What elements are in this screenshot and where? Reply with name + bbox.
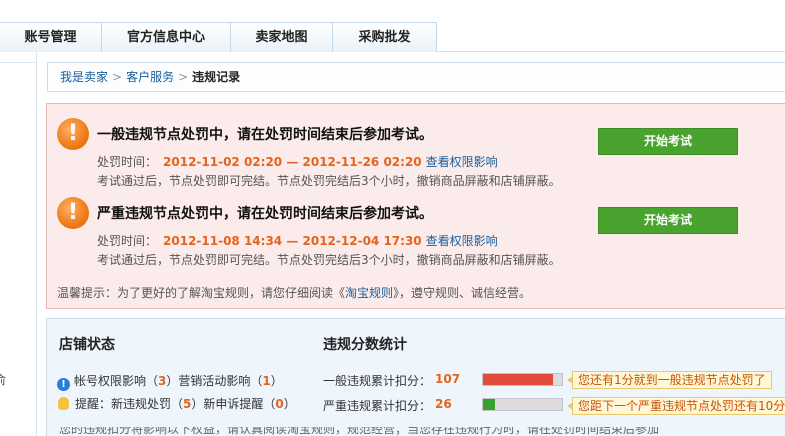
alert-title: 一般违规节点处罚中，请在处罚时间结束后参加考试。	[97, 127, 433, 143]
account-impact-row: ! 帐号权限影响（3）营销活动影响（1）	[57, 372, 283, 391]
top-tabs: 账号管理 官方信息中心 卖家地图 采购批发	[0, 22, 437, 52]
serious-score-bar	[482, 398, 563, 411]
general-score-callout: 您还有1分就到一般违规节点处罚了	[567, 371, 772, 389]
closing-paren: ）	[270, 374, 283, 388]
breadcrumb-separator: >	[178, 70, 189, 84]
cropped-text: 您的违规扣分将影响以下权益，请认真阅读淘宝规则，规范经营；当您存在违规行为时，请…	[59, 427, 659, 435]
breadcrumb-link-customer-service[interactable]: 客户服务	[126, 70, 174, 84]
general-score-bar	[482, 373, 563, 386]
serious-score-value: 26	[435, 397, 452, 411]
general-score-label: 一般违规累计扣分：	[323, 374, 432, 388]
alert-description: 考试通过后，节点处罚即可完结。节点处罚完结后3个小时，撤销商品屏蔽和店铺屏蔽。	[97, 253, 561, 267]
top-nav-bar: 账号管理 官方信息中心 卖家地图 采购批发	[0, 0, 785, 52]
general-score-bar-fill	[483, 374, 553, 385]
penalty-time-value: 2012-11-08 14:34 — 2012-12-04 17:30	[163, 234, 422, 248]
tab-seller-map[interactable]: 卖家地图	[231, 22, 333, 52]
breadcrumb-link-seller[interactable]: 我是卖家	[60, 70, 108, 84]
serious-score-callout: 您距下一个严重违规节点处罚还有10分	[566, 397, 785, 415]
new-penalty-label: 提醒：新违规处罚（	[75, 397, 184, 411]
new-appeal-count[interactable]: 0	[275, 397, 283, 411]
sidebar-text-fragment: 俞	[0, 373, 7, 387]
general-score-row: 一般违规累计扣分： 107	[323, 372, 460, 389]
serious-score-label: 严重违规累计扣分：	[323, 399, 432, 413]
alert-title: 严重违规节点处罚中，请在处罚时间结束后参加考试。	[97, 206, 433, 222]
marketing-impact-count[interactable]: 1	[262, 374, 270, 388]
penalty-time-value: 2012-11-02 02:20 — 2012-11-26 02:20	[163, 155, 422, 169]
marketing-impact-label: ）营销活动影响（	[166, 374, 263, 388]
start-exam-button[interactable]: 开始考试	[598, 207, 738, 234]
warm-tip: 温馨提示：为了更好的了解淘宝规则，请您仔细阅读《淘宝规则》，遵守规则、诚信经营。	[57, 284, 531, 301]
left-sidebar: 俞	[0, 53, 37, 436]
store-status-title: 店铺状态	[59, 337, 115, 353]
start-exam-button[interactable]: 开始考试	[598, 128, 738, 155]
alert-description: 考试通过后，节点处罚即可完结。节点处罚完结后3个小时，撤销商品屏蔽和店铺屏蔽。	[97, 174, 561, 188]
violation-score-title: 违规分数统计	[323, 337, 407, 353]
breadcrumb: 我是卖家 > 客户服务 > 违规记录	[47, 62, 785, 92]
breadcrumb-current: 违规记录	[192, 70, 241, 84]
store-status-section: 店铺状态 违规分数统计 ! 帐号权限影响（3）营销活动影响（1） 提醒：新违规处罚…	[46, 318, 785, 436]
penalty-time: 处罚时间： 2012-11-02 02:20 — 2012-11-26 02:20…	[97, 153, 498, 170]
breadcrumb-separator: >	[112, 70, 123, 84]
general-score-value: 107	[435, 372, 461, 386]
cropped-text-line: 您的违规扣分将影响以下权益，请认真阅读淘宝规则，规范经营；当您存在违规行为时，请…	[59, 427, 659, 435]
info-icon: !	[57, 378, 70, 391]
penalty-time: 处罚时间： 2012-11-08 14:34 — 2012-12-04 17:30…	[97, 232, 498, 249]
serious-score-bar-fill	[483, 399, 495, 410]
view-permission-impact-link[interactable]: 查看权限影响	[426, 155, 498, 169]
new-appeal-label: ）新申诉提醒（	[191, 397, 276, 411]
serious-score-row: 严重违规累计扣分： 26	[323, 397, 452, 414]
tab-wholesale[interactable]: 采购批发	[333, 22, 437, 52]
violation-alert-panel: ! 一般违规节点处罚中，请在处罚时间结束后参加考试。 处罚时间： 2012-11-…	[46, 103, 785, 309]
reminder-row: 提醒：新违规处罚（5）新申诉提醒（0）	[57, 395, 296, 412]
tab-official-info-center[interactable]: 官方信息中心	[102, 22, 231, 52]
penalty-time-label: 处罚时间：	[97, 155, 158, 169]
warm-tip-prefix: 温馨提示：为了更好的了解淘宝规则，请您仔细阅读《	[57, 286, 346, 300]
sidebar-divider	[0, 62, 36, 63]
lightbulb-icon	[58, 397, 69, 410]
closing-paren: ）	[283, 397, 296, 411]
tab-account-management[interactable]: 账号管理	[0, 22, 102, 52]
warning-icon: !	[57, 118, 89, 150]
taobao-rules-link[interactable]: 淘宝规则	[345, 286, 393, 300]
penalty-time-label: 处罚时间：	[97, 234, 158, 248]
warning-icon: !	[57, 197, 89, 229]
view-permission-impact-link[interactable]: 查看权限影响	[426, 234, 498, 248]
account-impact-label: 帐号权限影响（	[74, 374, 159, 388]
warm-tip-suffix: 》，遵守规则、诚信经营。	[393, 286, 532, 300]
